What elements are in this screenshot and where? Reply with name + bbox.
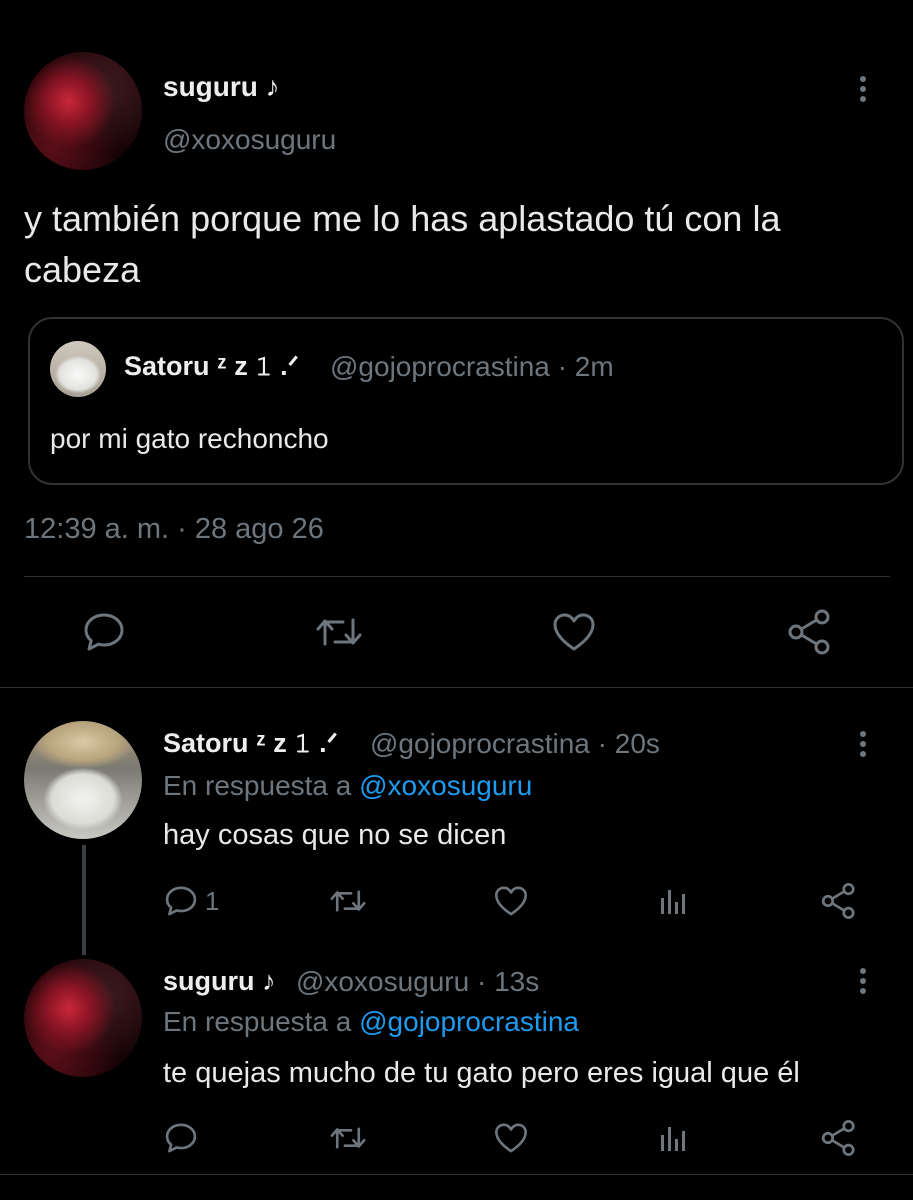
avatar xyxy=(50,341,106,397)
tweet-text: hay cosas que no se dicen xyxy=(163,819,507,851)
tweet-text: te quejas mucho de tu gato pero eres igu… xyxy=(163,1057,800,1089)
retweet-icon[interactable] xyxy=(328,884,368,918)
author-name[interactable]: suguru ♪ xyxy=(163,71,280,103)
thread-line xyxy=(82,845,86,955)
meta: @gojoprocrastina · 20s xyxy=(370,728,660,759)
divider xyxy=(24,576,890,577)
analytics-icon[interactable] xyxy=(657,884,691,918)
reply-to-link[interactable]: @xoxosuguru xyxy=(359,770,532,801)
avatar[interactable] xyxy=(24,959,142,1077)
reply-context: En respuesta a @gojoprocrastina xyxy=(163,1006,579,1038)
quoted-text: por mi gato rechoncho xyxy=(50,423,329,454)
reply-count: 1 xyxy=(205,886,220,916)
author-name[interactable]: suguru ♪ xyxy=(163,966,276,997)
tweet-text: y también porque me lo has aplastado tú … xyxy=(24,198,781,290)
analytics-icon[interactable] xyxy=(657,1121,691,1155)
reply-to-link[interactable]: @gojoprocrastina xyxy=(359,1006,579,1037)
timestamp[interactable]: 12:39 a. m. · 28 ago 26 xyxy=(24,513,324,546)
author-handle[interactable]: @xoxosuguru xyxy=(163,124,336,156)
quoted-tweet[interactable]: Satoru ᶻ z 𝟷 .ᐟ @gojoprocrastina · 2m po… xyxy=(28,317,904,485)
like-icon[interactable] xyxy=(493,1121,529,1155)
meta: @xoxosuguru · 13s xyxy=(296,966,540,997)
quoted-author-name: Satoru ᶻ z 𝟷 .ᐟ xyxy=(124,351,300,381)
share-icon[interactable] xyxy=(786,608,834,656)
retweet-icon[interactable] xyxy=(328,1121,368,1155)
avatar[interactable] xyxy=(24,52,142,170)
reply-prefix: En respuesta a xyxy=(163,1006,352,1037)
like-icon[interactable] xyxy=(551,610,597,654)
quoted-meta: @gojoprocrastina · 2m xyxy=(330,351,614,382)
reply-icon[interactable] xyxy=(81,610,127,654)
reply-icon[interactable] xyxy=(163,1121,199,1155)
avatar[interactable] xyxy=(24,721,142,839)
reply-icon[interactable] xyxy=(163,884,199,918)
reply-prefix: En respuesta a xyxy=(163,770,352,801)
more-options-icon[interactable] xyxy=(853,968,873,1002)
share-icon[interactable] xyxy=(820,1119,858,1157)
share-icon[interactable] xyxy=(820,882,858,920)
reply-context: En respuesta a @xoxosuguru xyxy=(163,770,532,802)
more-options-icon[interactable] xyxy=(853,731,873,765)
author-name[interactable]: Satoru ᶻ z 𝟷 .ᐟ xyxy=(163,728,338,760)
divider xyxy=(0,1174,913,1175)
more-options-icon[interactable] xyxy=(853,76,873,110)
like-icon[interactable] xyxy=(493,884,529,918)
divider xyxy=(0,687,913,688)
retweet-icon[interactable] xyxy=(313,610,365,654)
